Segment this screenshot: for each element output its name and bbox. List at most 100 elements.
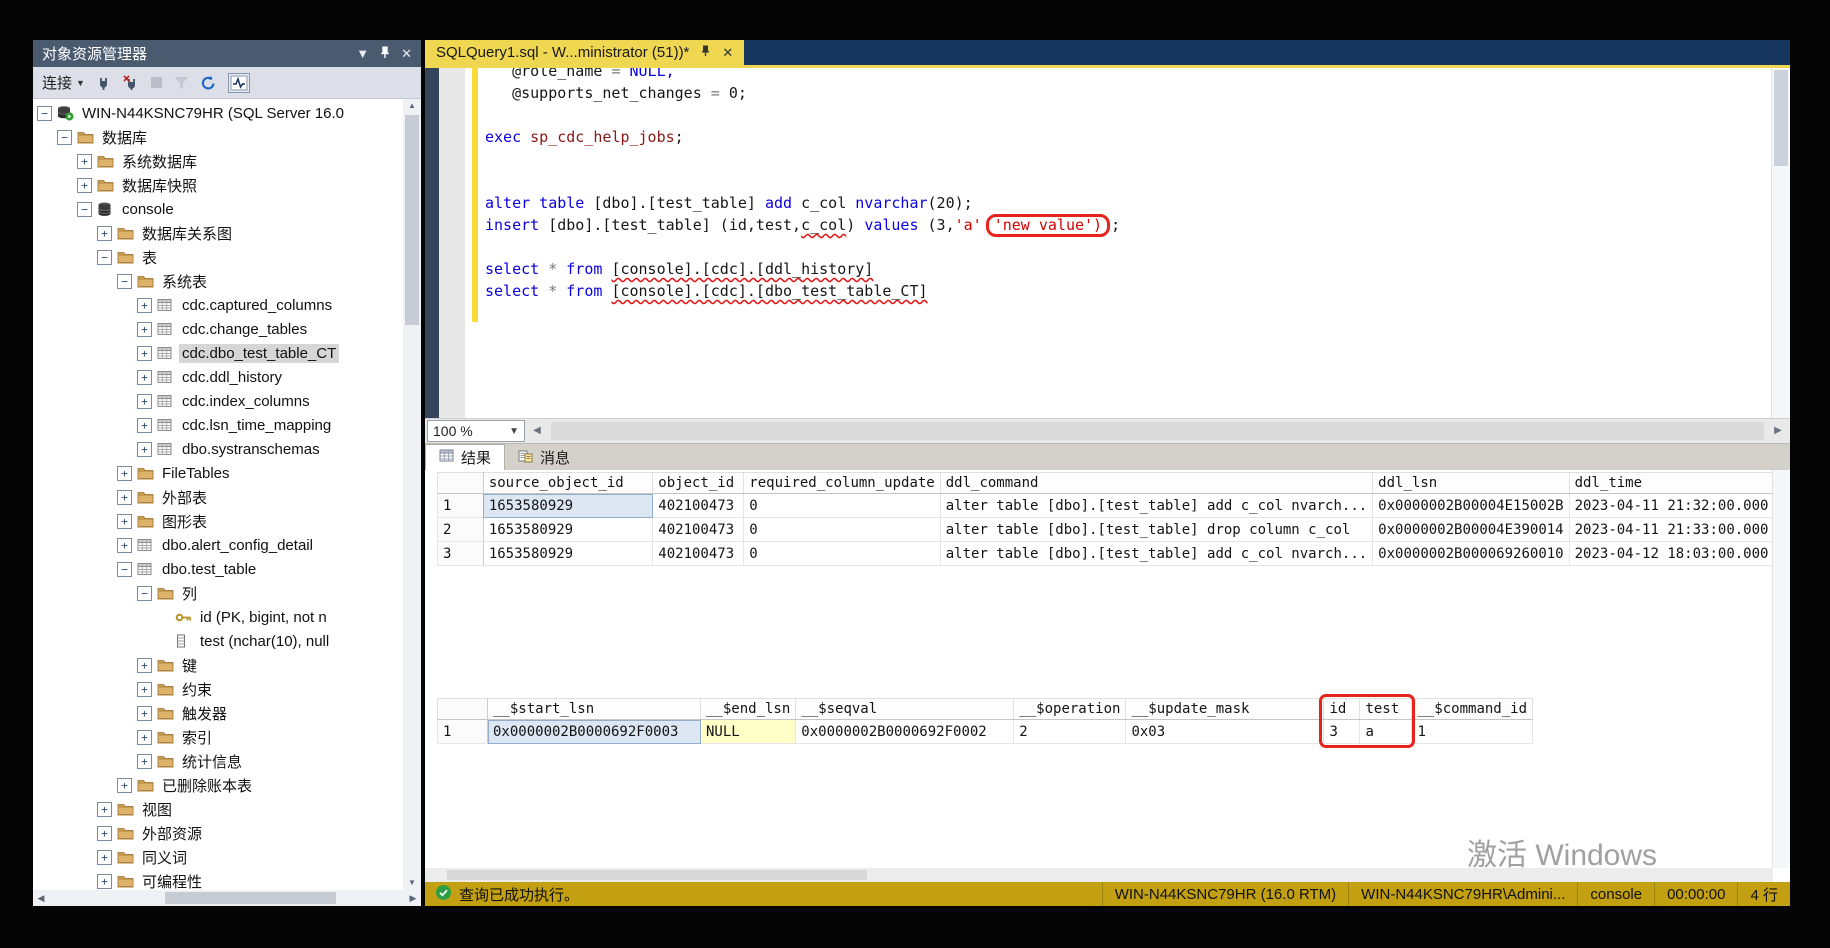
grid-cell[interactable]: alter table [dbo].[test_table] add c_col…	[939, 541, 1374, 566]
editor-vertical-scrollbar[interactable]	[1771, 68, 1790, 418]
tree-item[interactable]: id (PK, bigint, not n	[33, 605, 403, 629]
tree-item[interactable]: − 系统表	[33, 269, 403, 293]
results-vertical-scrollbar[interactable]	[1772, 470, 1790, 868]
grid-cell[interactable]: alter table [dbo].[test_table] drop colu…	[939, 517, 1374, 542]
window-position-dropdown-icon[interactable]: ▼	[356, 46, 369, 61]
pin-icon[interactable]	[700, 45, 711, 60]
column-header[interactable]: test	[1359, 698, 1413, 720]
tree-item[interactable]: + cdc.change_tables	[33, 317, 403, 341]
tab-results[interactable]: 结果	[425, 444, 506, 470]
tree-item[interactable]: + cdc.captured_columns	[33, 293, 403, 317]
tree-item[interactable]: + 数据库关系图	[33, 221, 403, 245]
tree-horizontal-scrollbar[interactable]: ◀ ▶	[33, 890, 421, 906]
pin-icon[interactable]	[379, 46, 391, 62]
scrollbar-thumb[interactable]	[1774, 70, 1788, 166]
grid-cell[interactable]: 1653580929	[482, 493, 654, 518]
stop-icon[interactable]	[150, 76, 163, 89]
grid-cell[interactable]: 1	[1411, 719, 1534, 744]
tree-item[interactable]: + dbo.systranschemas	[33, 437, 403, 461]
grid-cell[interactable]: 0x0000002B0000692F0002	[795, 719, 1015, 744]
grid-cell[interactable]: 3	[1323, 719, 1361, 744]
tree-item[interactable]: − 表	[33, 245, 403, 269]
tree-item[interactable]: − console	[33, 197, 403, 221]
collapse-icon[interactable]: −	[77, 201, 92, 217]
tree-item[interactable]: − 列	[33, 581, 403, 605]
column-header[interactable]: __$end_lsn	[699, 698, 797, 720]
expand-icon[interactable]: +	[97, 225, 112, 241]
grid-cell[interactable]: NULL	[699, 719, 797, 744]
grid-cell[interactable]: 0x0000002B00004E390014	[1372, 517, 1570, 542]
close-icon[interactable]: ✕	[401, 46, 412, 62]
connect-plug-icon[interactable]	[96, 75, 112, 91]
grid-cell[interactable]: 1653580929	[482, 541, 654, 566]
grid-cell[interactable]: 2023-04-11 21:32:00.000	[1568, 493, 1790, 518]
grid-cell[interactable]: 0	[743, 493, 941, 518]
scrollbar-thumb[interactable]	[164, 892, 336, 904]
expand-icon[interactable]: +	[137, 297, 152, 313]
tab-messages[interactable]: 消息	[505, 445, 583, 470]
grid-cell[interactable]: 402100473	[652, 517, 745, 542]
tree-item[interactable]: + cdc.index_columns	[33, 389, 403, 413]
tree-item[interactable]: + 统计信息	[33, 749, 403, 773]
expand-icon[interactable]: +	[97, 849, 112, 865]
tree-item[interactable]: + 触发器	[33, 701, 403, 725]
scroll-right-icon[interactable]: ▶	[405, 890, 421, 906]
close-icon[interactable]: ✕	[722, 45, 733, 61]
tree-item[interactable]: + cdc.dbo_test_table_CT	[33, 341, 403, 365]
grid-cell[interactable]: 2023-04-12 18:03:00.000	[1568, 541, 1790, 566]
tree-item[interactable]: + 可编程性	[33, 869, 403, 890]
tree-item[interactable]: + 图形表	[33, 509, 403, 533]
tree-item[interactable]: + 已删除账本表	[33, 773, 403, 797]
scrollbar-thumb[interactable]	[551, 422, 1764, 440]
expand-icon[interactable]: +	[137, 441, 152, 457]
grid-cell[interactable]: 1	[437, 493, 484, 518]
tree-item[interactable]: + 索引	[33, 725, 403, 749]
scrollbar-thumb[interactable]	[405, 115, 419, 325]
tree-item[interactable]: + 约束	[33, 677, 403, 701]
tree-item[interactable]: test (nchar(10), null	[33, 629, 403, 653]
column-header[interactable]: object_id	[652, 472, 745, 494]
tree-item[interactable]: + cdc.lsn_time_mapping	[33, 413, 403, 437]
tree-item[interactable]: − 数据库	[33, 125, 403, 149]
refresh-icon[interactable]	[200, 75, 217, 91]
expand-icon[interactable]: +	[117, 513, 132, 529]
collapse-icon[interactable]: −	[117, 273, 132, 289]
tree-vertical-scrollbar[interactable]: ▲ ▼	[403, 99, 421, 890]
expand-icon[interactable]: +	[137, 753, 152, 769]
column-header[interactable]: required_column_update	[743, 472, 941, 494]
expand-icon[interactable]: +	[77, 153, 92, 169]
tree-item[interactable]: + 数据库快照	[33, 173, 403, 197]
grid-cell[interactable]: 1	[437, 719, 488, 744]
column-header[interactable]: source_object_id	[482, 472, 654, 494]
expand-icon[interactable]: +	[97, 873, 112, 889]
collapse-icon[interactable]: −	[137, 585, 152, 601]
zoom-level-select[interactable]: 100 % ▼	[427, 420, 525, 442]
column-header[interactable]: __$operation	[1013, 698, 1127, 720]
tree-item[interactable]: + 视图	[33, 797, 403, 821]
expand-icon[interactable]: +	[117, 465, 132, 481]
expand-icon[interactable]: +	[137, 417, 152, 433]
sql-code[interactable]: @role_name = NULL, @supports_net_changes…	[485, 68, 1766, 302]
scrollbar-thumb[interactable]	[447, 870, 867, 880]
scroll-left-icon[interactable]: ◀	[527, 419, 547, 443]
expand-icon[interactable]: +	[137, 369, 152, 385]
sql-editor[interactable]: @role_name = NULL, @supports_net_changes…	[425, 68, 1790, 418]
expand-icon[interactable]: +	[97, 825, 112, 841]
expand-icon[interactable]: +	[137, 705, 152, 721]
grid-cell[interactable]: 402100473	[652, 493, 745, 518]
collapse-icon[interactable]: −	[37, 105, 52, 121]
connect-button[interactable]: 连接 ▼	[42, 72, 85, 93]
filter-icon[interactable]	[174, 76, 189, 90]
grid-cell[interactable]: 0x0000002B00004E15002B	[1372, 493, 1570, 518]
expand-icon[interactable]: +	[117, 489, 132, 505]
column-header[interactable]: ddl_time	[1568, 472, 1790, 494]
grid-cell[interactable]: 1653580929	[482, 517, 654, 542]
tree-item[interactable]: + 同义词	[33, 845, 403, 869]
expand-icon[interactable]: +	[77, 177, 92, 193]
expand-icon[interactable]: +	[117, 777, 132, 793]
expand-icon[interactable]: +	[137, 321, 152, 337]
scroll-up-icon[interactable]: ▲	[403, 99, 421, 113]
tree-item[interactable]: + 外部表	[33, 485, 403, 509]
tree-item[interactable]: + FileTables	[33, 461, 403, 485]
tree-item[interactable]: + cdc.ddl_history	[33, 365, 403, 389]
